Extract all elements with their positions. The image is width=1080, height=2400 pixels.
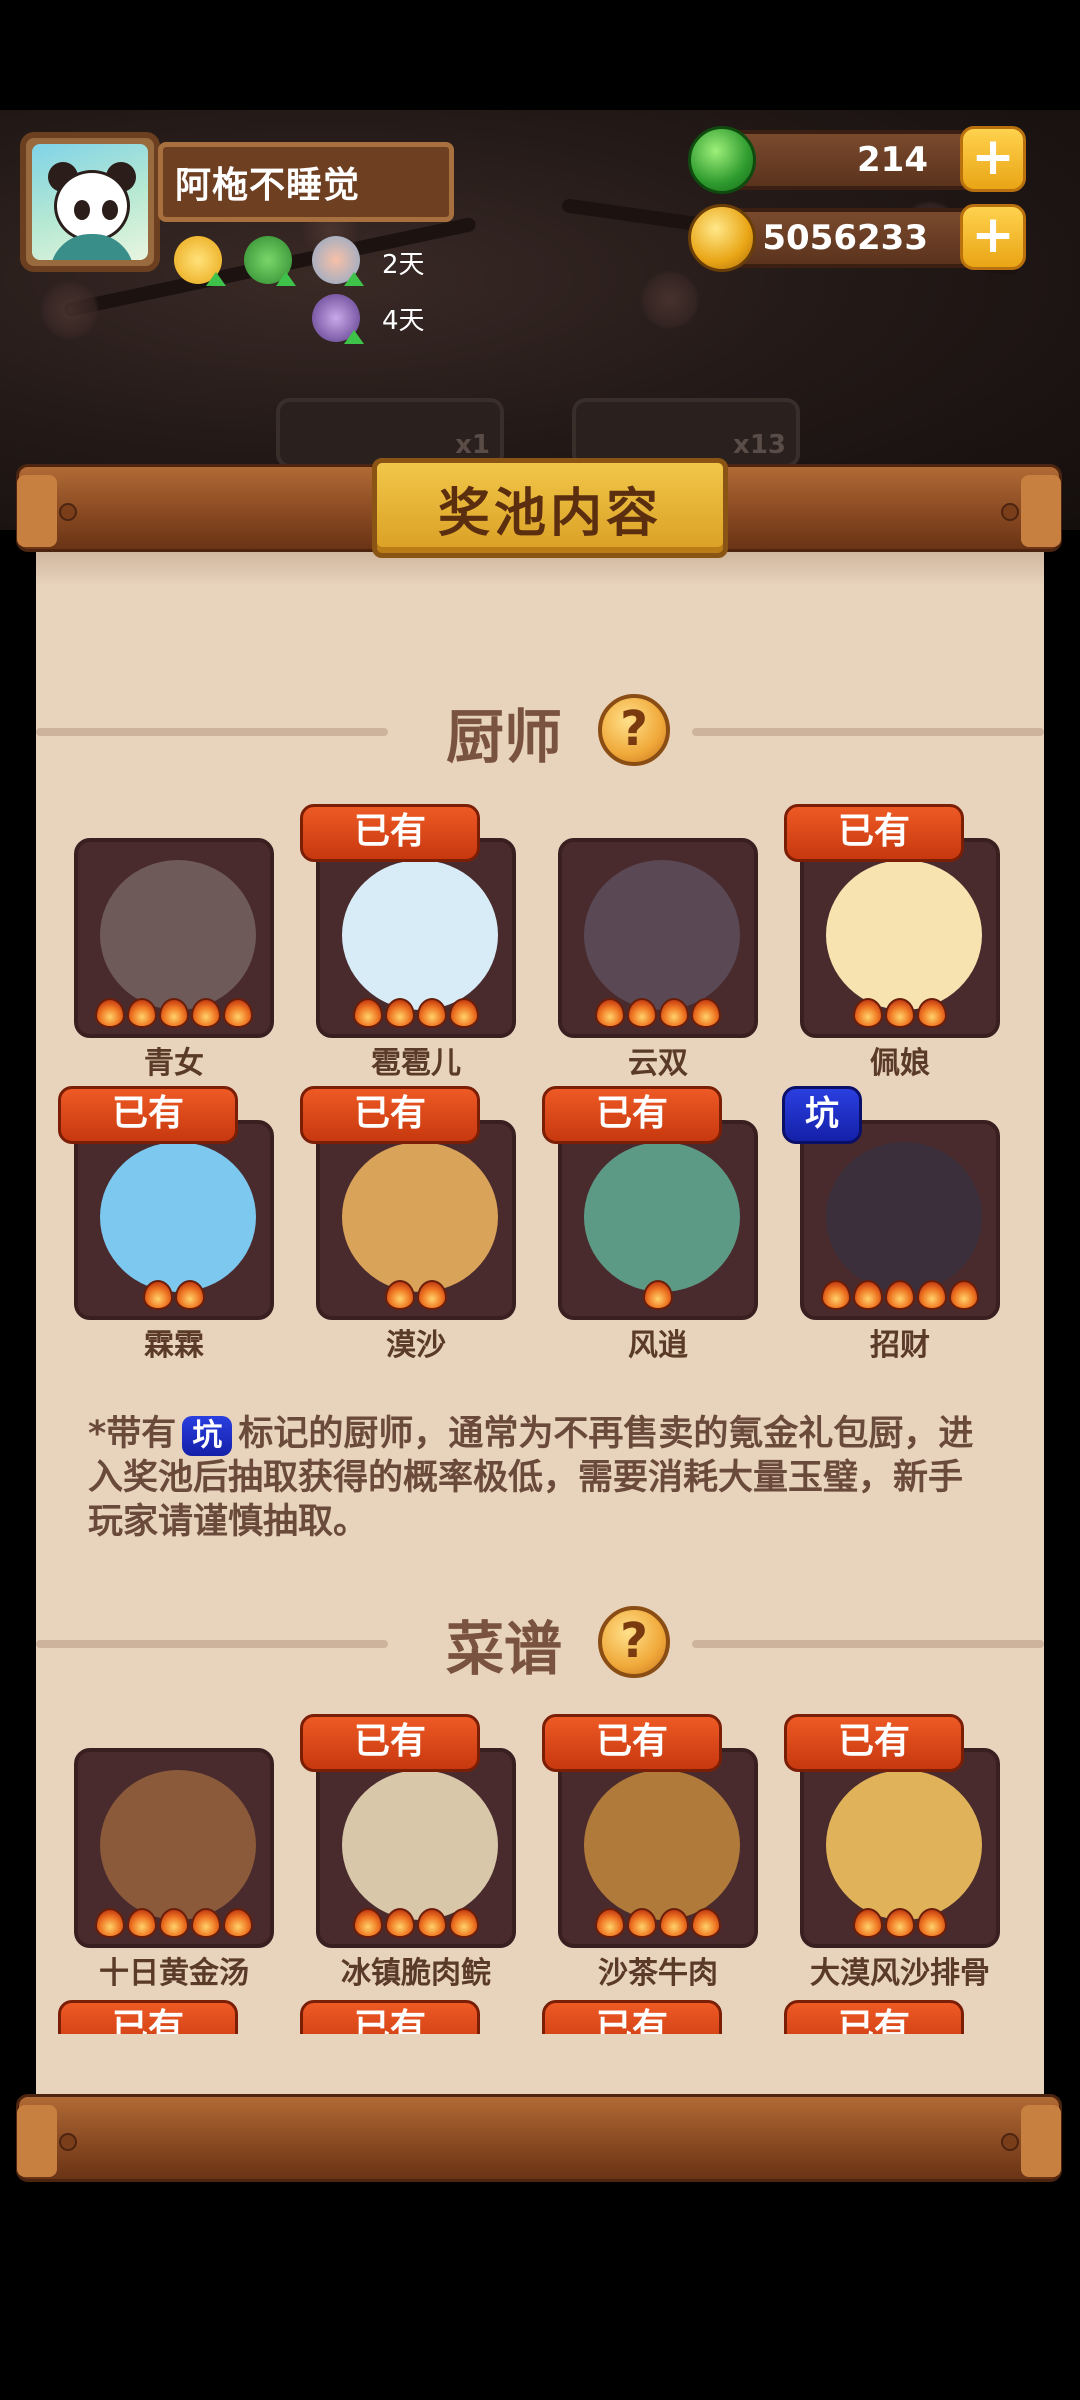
divider xyxy=(692,1640,1044,1648)
divider xyxy=(692,728,1044,736)
blossom-decoration xyxy=(40,280,100,340)
player-name: 阿柂不睡觉 xyxy=(175,165,361,206)
gold-amount: 5056233 xyxy=(762,218,928,258)
owned-badge: 已有 xyxy=(300,1086,480,1144)
recipe-card[interactable]: 已有 冰镇脆肉鲩 xyxy=(300,1714,516,1991)
gold-coin-icon xyxy=(688,204,756,272)
chefs-section-header: 厨师 ? xyxy=(36,690,1044,771)
recipe-name: 沙茶牛肉 xyxy=(598,1956,718,1991)
rarity-flames xyxy=(320,1908,512,1938)
rarity-flames xyxy=(320,998,512,1028)
divider xyxy=(36,728,388,736)
section-title: 厨师 xyxy=(446,703,563,771)
owned-badge: 已有 xyxy=(300,804,480,862)
chef-card[interactable]: 青女 xyxy=(74,838,274,1081)
chef-name: 风逍 xyxy=(628,1328,688,1363)
scroll-rod-bottom xyxy=(16,2094,1062,2182)
chef-card[interactable]: 坑 招财 xyxy=(782,1086,1000,1363)
recipes-section-header: 菜谱 ? xyxy=(36,1602,1044,1683)
chef-card[interactable]: 已有 雹雹儿 xyxy=(300,804,516,1081)
pit-explanation-note: *带有坑标记的厨师，通常为不再售卖的氪金礼包厨，进入奖池后抽取获得的概率极低，需… xyxy=(88,1412,988,1544)
recipe-card[interactable]: 已有 沙茶牛肉 xyxy=(542,1714,758,1991)
chef-card[interactable]: 已有 霖霖 xyxy=(58,1086,274,1363)
chef-card[interactable]: 已有 风逍 xyxy=(542,1086,758,1363)
player-name-plate: 阿柂不睡觉 xyxy=(158,142,454,222)
owned-badge: 已有 xyxy=(58,1086,238,1144)
chef-name: 青女 xyxy=(144,1046,204,1081)
jade-icon xyxy=(688,126,756,194)
rarity-flames xyxy=(804,1280,996,1310)
help-button[interactable]: ? xyxy=(598,694,670,766)
rarity-flames xyxy=(562,1908,754,1938)
rarity-flames xyxy=(78,1280,270,1310)
rarity-flames xyxy=(562,1280,754,1310)
chef-name: 霖霖 xyxy=(144,1328,204,1363)
panel-title-banner: 奖池内容 xyxy=(372,458,728,558)
chef-name: 招财 xyxy=(870,1328,930,1363)
owned-badge: 已有 xyxy=(784,804,964,862)
rarity-flames xyxy=(78,1908,270,1938)
rarity-flames xyxy=(804,1908,996,1938)
add-jade-button[interactable]: + xyxy=(960,126,1026,192)
rice-bowl-buff-icon[interactable] xyxy=(312,236,364,286)
chef-card[interactable]: 已有 漠沙 xyxy=(300,1086,516,1363)
chef-name: 漠沙 xyxy=(386,1328,446,1363)
recipe-name: 冰镇脆肉鲩 xyxy=(341,1956,491,1991)
blossom-decoration xyxy=(640,270,700,330)
buff-duration-label: 4天 xyxy=(382,306,425,336)
rarity-flames xyxy=(804,998,996,1028)
section-title: 菜谱 xyxy=(446,1615,563,1683)
scroll-cutoff xyxy=(36,2034,1044,2096)
rarity-flames xyxy=(562,998,754,1028)
owned-badge: 已有 xyxy=(542,1086,722,1144)
recipe-name: 大漠风沙排骨 xyxy=(810,1956,990,1991)
rarity-flames xyxy=(78,998,270,1028)
recipe-card[interactable]: 已有 大漠风沙排骨 xyxy=(784,1714,1000,1991)
owned-badge: 已有 xyxy=(784,1714,964,1772)
owned-badge: 已有 xyxy=(542,1714,722,1772)
rarity-flames xyxy=(320,1280,512,1310)
avatar[interactable] xyxy=(20,132,160,272)
chef-name: 佩娘 xyxy=(870,1046,930,1081)
jade-buff-icon[interactable] xyxy=(244,236,296,286)
add-gold-button[interactable]: + xyxy=(960,204,1026,270)
recipe-card[interactable]: 十日黄金汤 xyxy=(74,1748,274,1991)
chef-card[interactable]: 已有 佩娘 xyxy=(784,804,1000,1081)
note-prefix: *带有 xyxy=(88,1414,177,1454)
recipe-name: 十日黄金汤 xyxy=(99,1956,249,1991)
pool-count: x1 xyxy=(455,430,490,460)
chef-buff-icon[interactable] xyxy=(312,294,364,344)
help-button[interactable]: ? xyxy=(598,1606,670,1678)
pit-badge-inline: 坑 xyxy=(182,1416,233,1456)
chef-name: 云双 xyxy=(628,1046,688,1081)
pool-count: x13 xyxy=(733,430,786,460)
gold-coin-buff-icon[interactable] xyxy=(174,236,226,286)
divider xyxy=(36,1640,388,1648)
buff-duration-label: 2天 xyxy=(382,250,425,280)
jade-amount: 214 xyxy=(857,140,928,180)
owned-badge: 已有 xyxy=(300,1714,480,1772)
chef-name: 雹雹儿 xyxy=(371,1046,461,1081)
chef-card[interactable]: 云双 xyxy=(558,838,758,1081)
panel-title: 奖池内容 xyxy=(437,483,662,544)
pit-badge: 坑 xyxy=(782,1086,862,1144)
